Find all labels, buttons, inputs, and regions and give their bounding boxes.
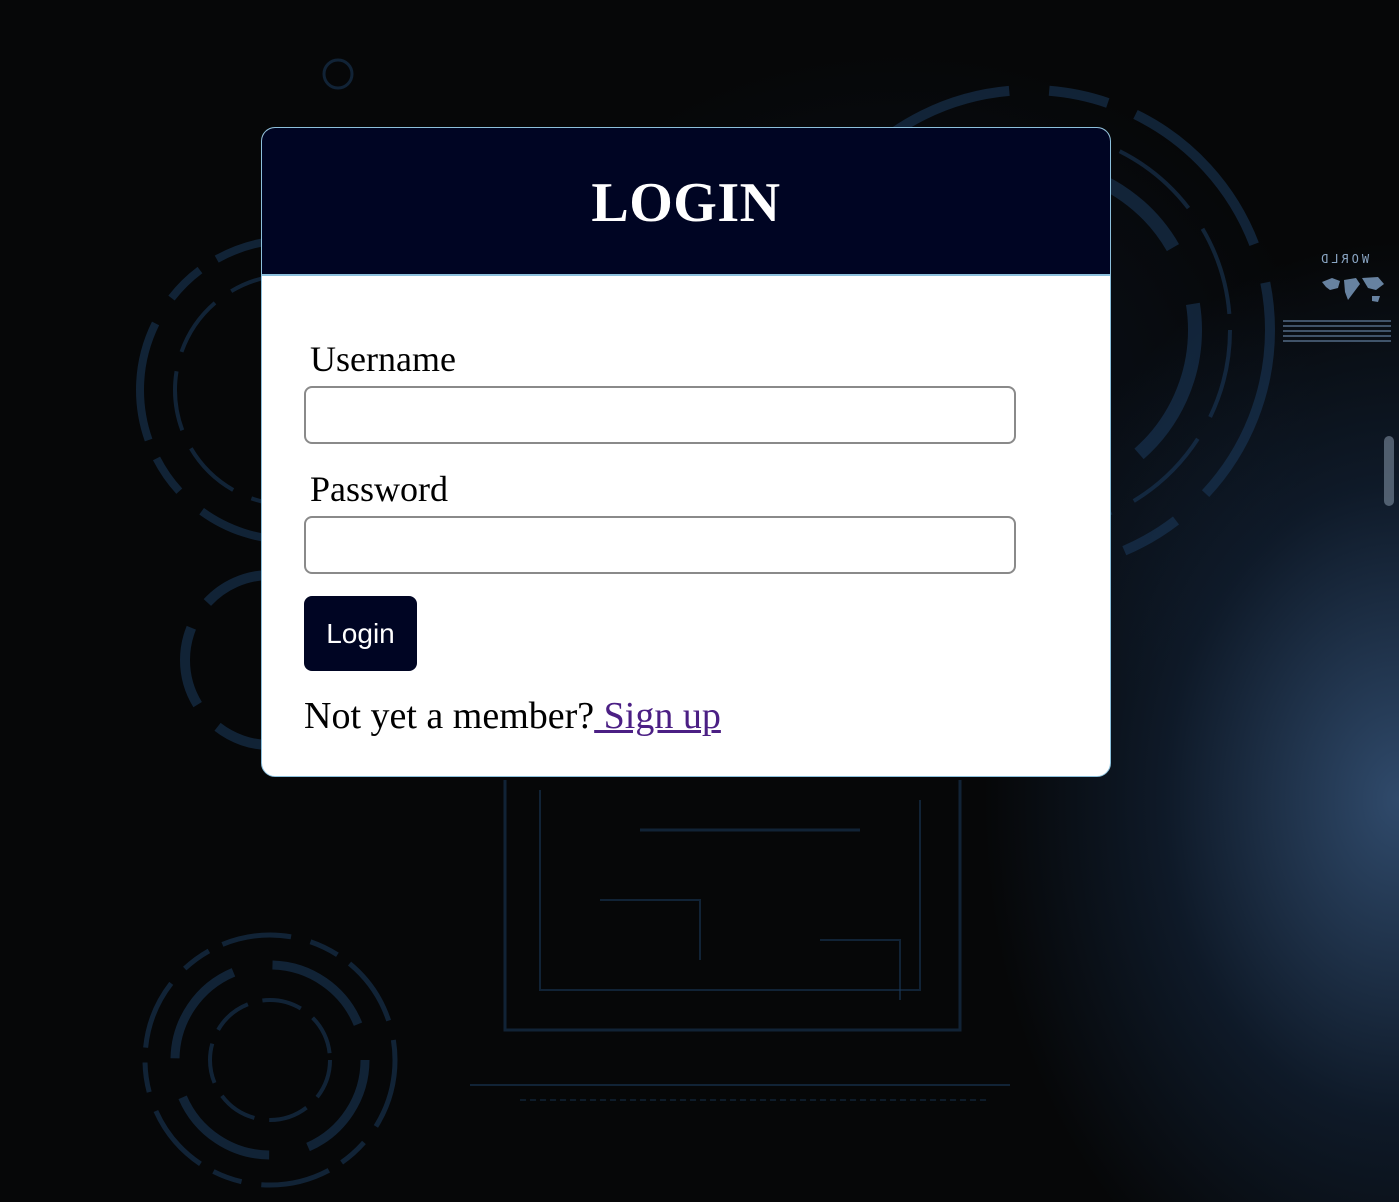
map-caption-lines [1283, 320, 1391, 342]
signup-prompt: Not yet a member? Sign up [304, 694, 721, 738]
login-button[interactable]: Login [304, 596, 417, 671]
login-title: LOGIN [591, 172, 781, 234]
username-label: Username [310, 339, 456, 379]
login-card: LOGIN Username Password Login Not yet a … [261, 127, 1111, 777]
member-prompt-text: Not yet a member? [304, 695, 595, 737]
world-badge: WORLD [1318, 252, 1370, 266]
signup-link[interactable]: Sign up [594, 695, 721, 737]
card-header: LOGIN [262, 128, 1110, 276]
password-label: Password [310, 469, 449, 509]
world-map-icon [1318, 272, 1388, 308]
username-input[interactable] [304, 386, 1016, 444]
password-input[interactable] [304, 516, 1016, 574]
